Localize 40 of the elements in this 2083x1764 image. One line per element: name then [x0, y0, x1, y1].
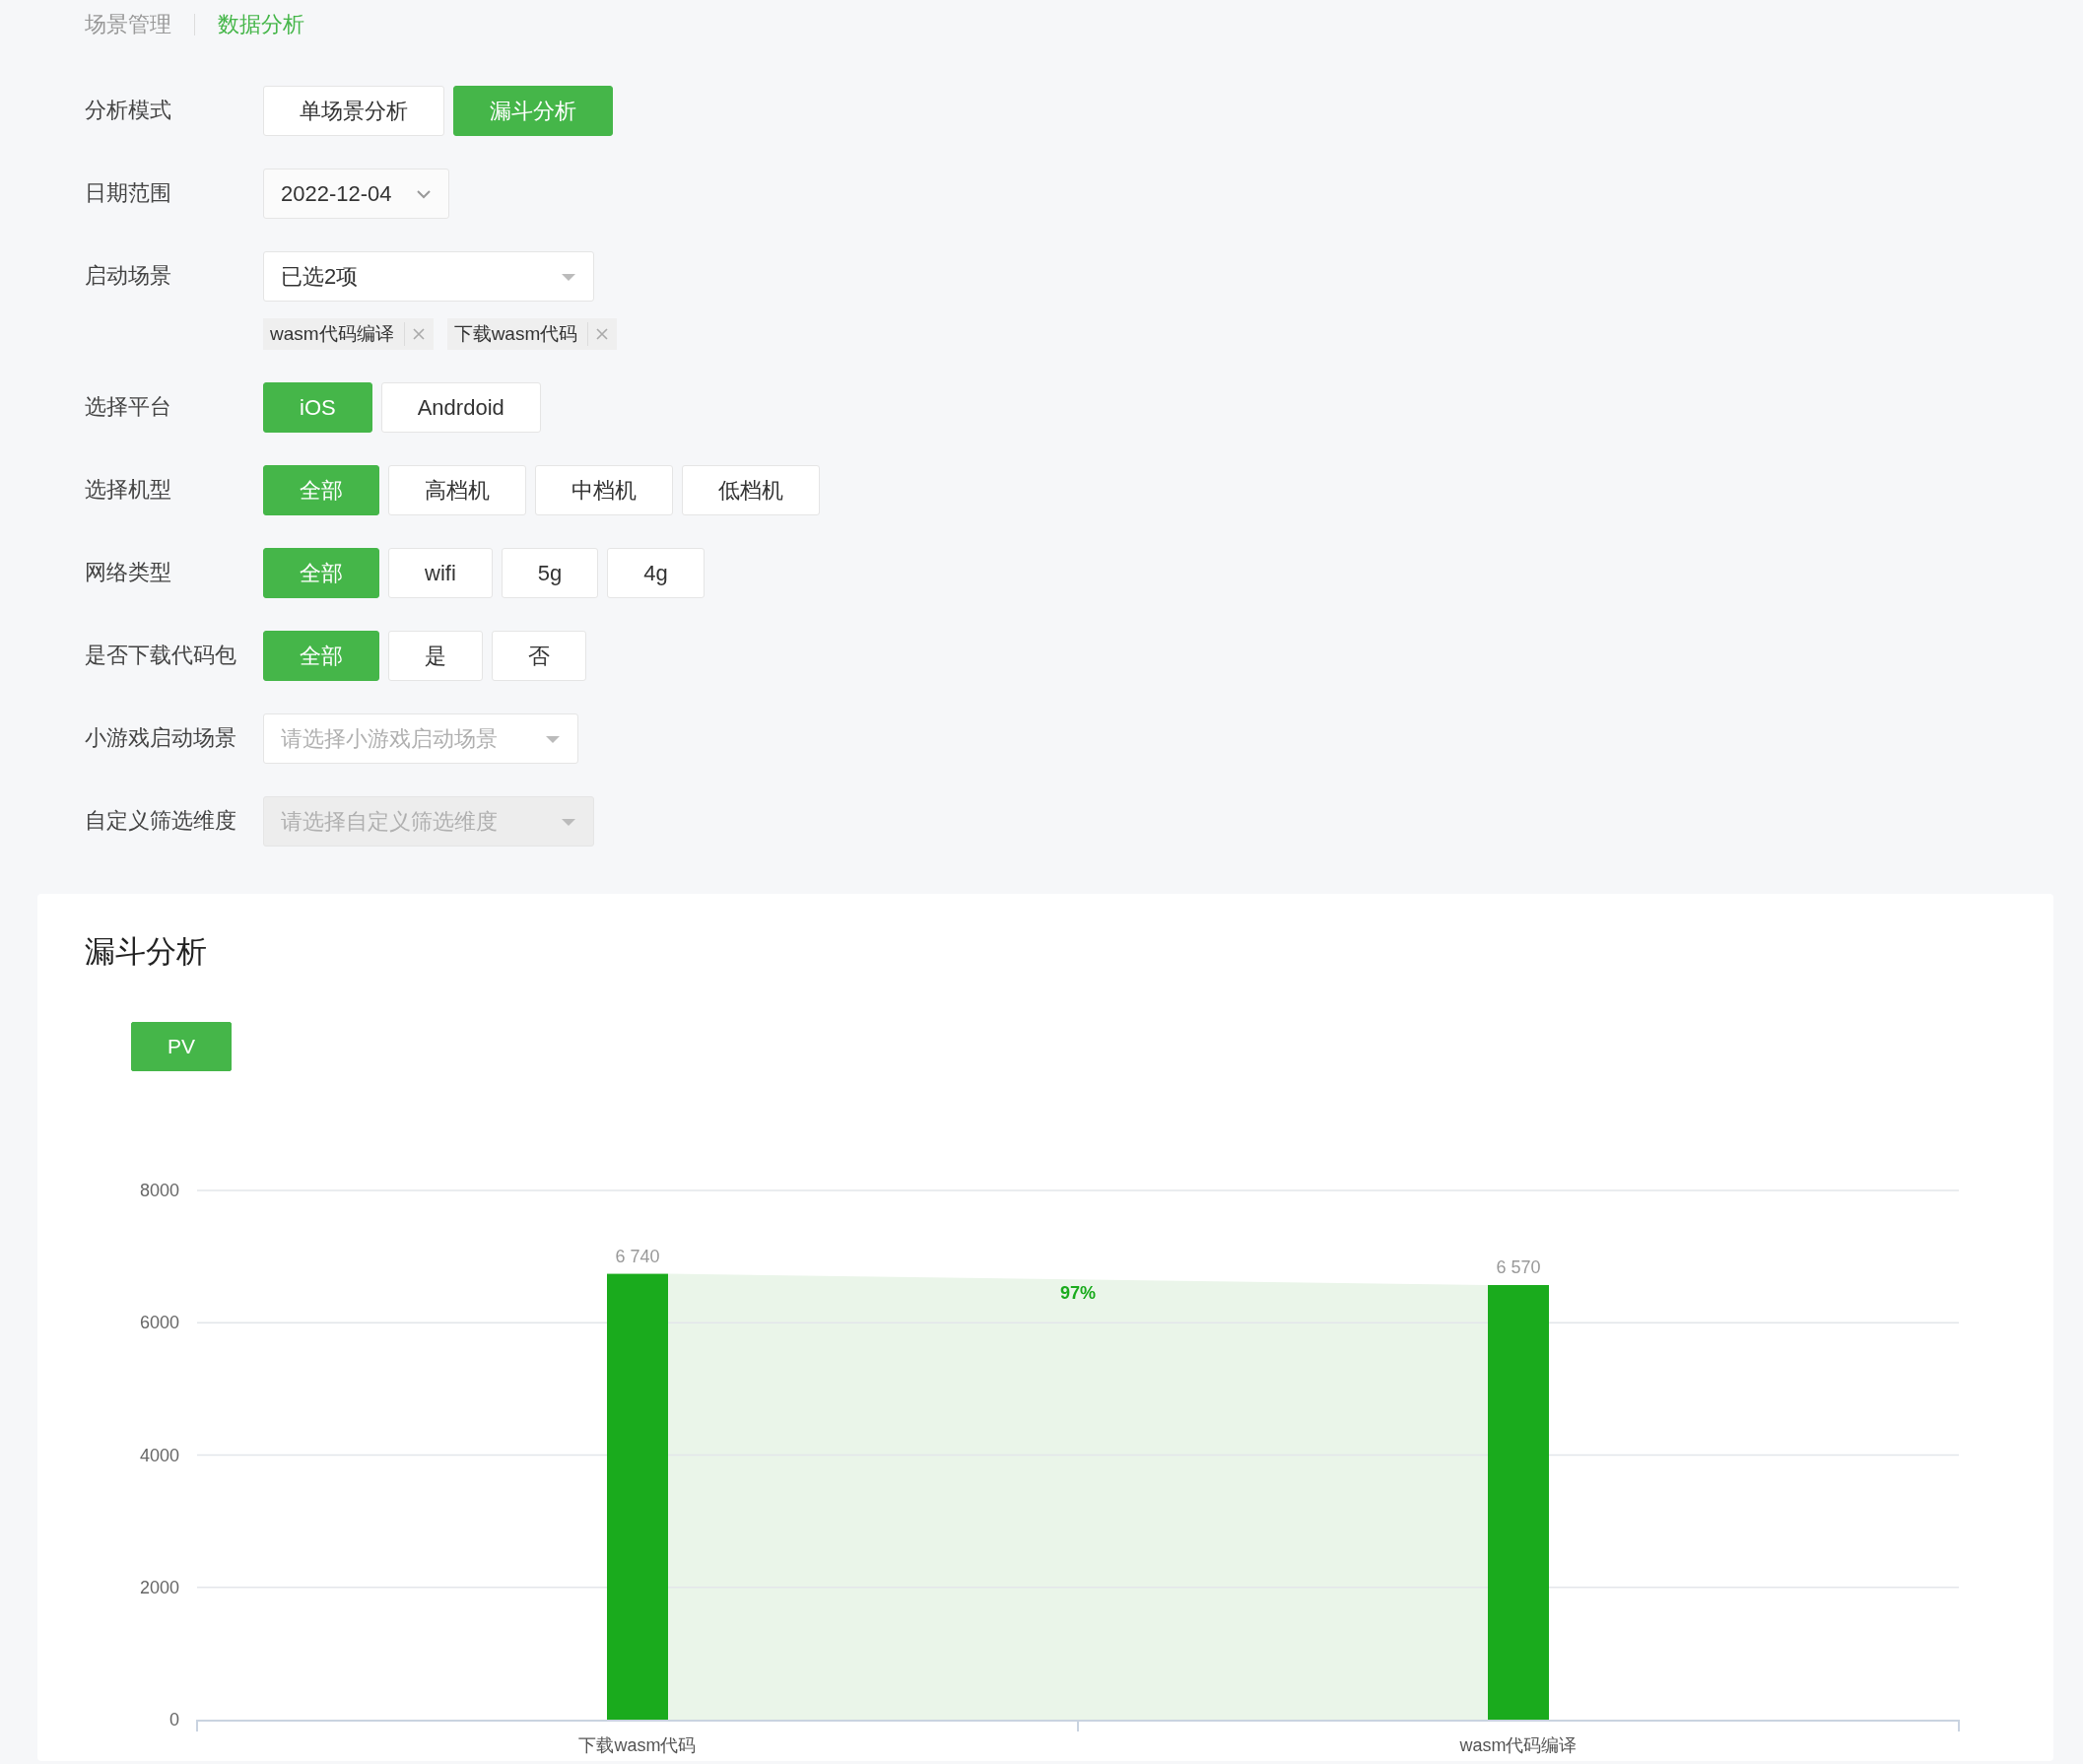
- field-label: 是否下载代码包: [85, 642, 237, 669]
- option-button[interactable]: 是: [388, 631, 483, 681]
- tag-label: wasm代码编译: [270, 322, 394, 346]
- category-label: wasm代码编译: [1459, 1735, 1578, 1755]
- option-button[interactable]: 4g: [607, 548, 705, 598]
- dropdown-arrow-icon: [561, 816, 576, 827]
- option-button[interactable]: 5g: [501, 548, 599, 598]
- axis-tick-label: 6000: [139, 1313, 179, 1333]
- close-icon: [411, 327, 426, 341]
- tag-label: 下载wasm代码: [453, 322, 578, 346]
- category-label: 下载wasm代码: [578, 1735, 697, 1755]
- conversion-rate: 97%: [1060, 1283, 1096, 1304]
- close-icon: [595, 327, 610, 341]
- option-button[interactable]: Andrdoid: [380, 382, 541, 433]
- axis-tick-label: 2000: [139, 1577, 179, 1597]
- option-button[interactable]: 否: [492, 631, 586, 681]
- field-label: 自定义筛选维度: [85, 807, 237, 835]
- field-label: 小游戏启动场景: [85, 724, 237, 752]
- option-button[interactable]: 低档机: [682, 465, 820, 515]
- option-button[interactable]: wifi: [388, 548, 493, 598]
- scene-dropdown[interactable]: 已选2项: [263, 251, 594, 302]
- field-label: 选择平台: [85, 393, 172, 421]
- option-button[interactable]: 高档机: [388, 465, 526, 515]
- chevron-down-icon: [416, 188, 432, 199]
- dropdown-arrow-icon: [545, 733, 561, 744]
- section-title: 漏斗分析: [85, 933, 208, 971]
- option-button[interactable]: 中档机: [535, 465, 673, 515]
- dropdown-arrow-icon: [561, 271, 576, 282]
- field-label: 日期范围: [85, 179, 172, 207]
- value-label: 6 570: [1496, 1257, 1541, 1277]
- value-label: 6 740: [615, 1246, 660, 1266]
- date-dropdown[interactable]: 2022-12-04: [263, 169, 449, 219]
- field-label: 分析模式: [85, 97, 172, 124]
- field-label: 选择机型: [85, 476, 172, 504]
- field-label: 启动场景: [85, 262, 172, 290]
- field-label: 网络类型: [85, 559, 172, 586]
- axis-tick-label: 0: [169, 1710, 179, 1730]
- option-button[interactable]: 单场景分析: [263, 86, 444, 136]
- axis-tick-label: 8000: [139, 1181, 179, 1200]
- axis-tick-label: 4000: [139, 1445, 179, 1465]
